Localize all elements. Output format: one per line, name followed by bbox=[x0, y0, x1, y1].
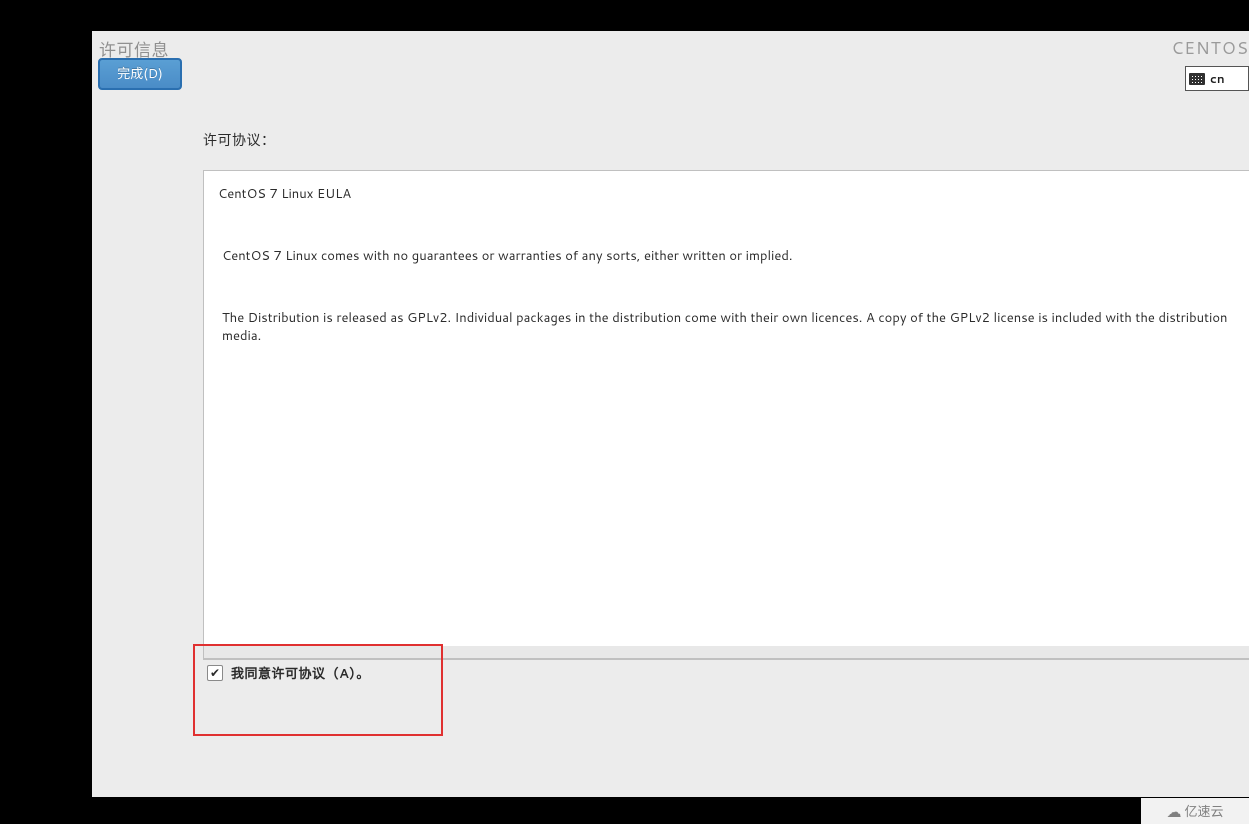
keyboard-layout-indicator[interactable]: cn bbox=[1185, 66, 1249, 91]
keyboard-icon bbox=[1189, 73, 1205, 85]
license-section: 许可协议： CentOS 7 Linux EULA CentOS 7 Linux… bbox=[203, 130, 1249, 660]
scrollbar-track[interactable] bbox=[203, 646, 1249, 659]
agree-checkbox[interactable]: ✔ bbox=[207, 665, 223, 681]
watermark: ☁ 亿速云 bbox=[1141, 798, 1249, 824]
license-agreement-label: 许可协议： bbox=[203, 130, 1249, 150]
keyboard-layout-text: cn bbox=[1210, 70, 1225, 87]
agree-checkbox-row: ✔ 我同意许可协议（A）。 bbox=[207, 663, 370, 683]
brand-label: CENTOS bbox=[1171, 36, 1249, 60]
eula-paragraph-2: The Distribution is released as GPLv2. I… bbox=[218, 309, 1235, 345]
done-button[interactable]: 完成(D) bbox=[99, 59, 181, 89]
eula-paragraph-1: CentOS 7 Linux comes with no guarantees … bbox=[218, 247, 1235, 265]
checkmark-icon: ✔ bbox=[210, 667, 220, 679]
eula-title: CentOS 7 Linux EULA bbox=[218, 185, 1235, 203]
agree-checkbox-label[interactable]: 我同意许可协议（A）。 bbox=[231, 663, 370, 683]
watermark-text: 亿速云 bbox=[1184, 801, 1223, 821]
top-bar bbox=[0, 0, 1249, 31]
cloud-icon: ☁ bbox=[1166, 801, 1181, 822]
eula-text-box: CentOS 7 Linux EULA CentOS 7 Linux comes… bbox=[203, 170, 1249, 660]
